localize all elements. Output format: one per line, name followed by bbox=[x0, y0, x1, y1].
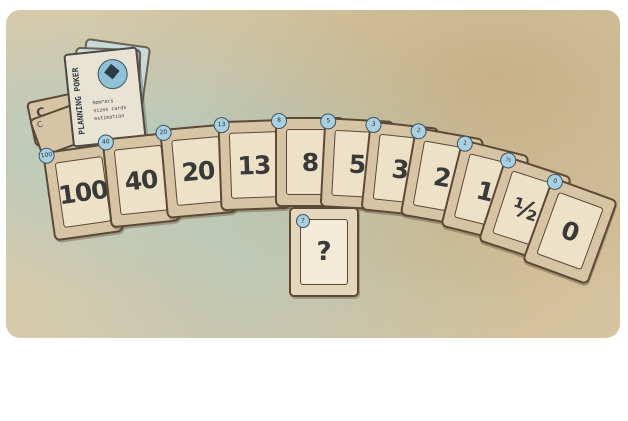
deck-box-title: PLANNING POKER bbox=[70, 67, 87, 136]
unknown-card: ? ? bbox=[289, 207, 359, 297]
card-face: 13 bbox=[228, 131, 280, 199]
card-face: 40 bbox=[113, 144, 169, 216]
card-badge: 3 bbox=[364, 116, 383, 134]
card-badge: 20 bbox=[154, 124, 173, 142]
card-value: 100 bbox=[56, 174, 110, 210]
watercolor-scene: C C PLANNING POKER Hom*ers sizes cards e… bbox=[0, 0, 628, 345]
card-value: 20 bbox=[180, 155, 216, 187]
card-face: 100 bbox=[54, 155, 112, 229]
deck-box-caption: Hom*ers sizes cards estimation bbox=[92, 95, 136, 123]
card-value: 0 bbox=[557, 214, 583, 248]
deck-box: PLANNING POKER Hom*ers sizes cards estim… bbox=[63, 46, 147, 148]
card-badge: 8 bbox=[271, 113, 287, 129]
card-badge: 40 bbox=[97, 133, 115, 152]
stack-corner-label: C bbox=[35, 119, 45, 130]
card-badge: 13 bbox=[213, 116, 230, 134]
card-face: ? bbox=[300, 219, 348, 285]
diamond-icon bbox=[96, 57, 130, 91]
card-badge: ? bbox=[296, 214, 310, 228]
card-value: 8 bbox=[301, 147, 319, 177]
card-value: 40 bbox=[123, 163, 159, 197]
card-value: ? bbox=[316, 237, 332, 267]
card-face: 20 bbox=[171, 136, 225, 206]
card-value: 13 bbox=[237, 149, 271, 181]
card-face: 0 bbox=[536, 191, 604, 271]
card-badge: 5 bbox=[319, 113, 337, 130]
